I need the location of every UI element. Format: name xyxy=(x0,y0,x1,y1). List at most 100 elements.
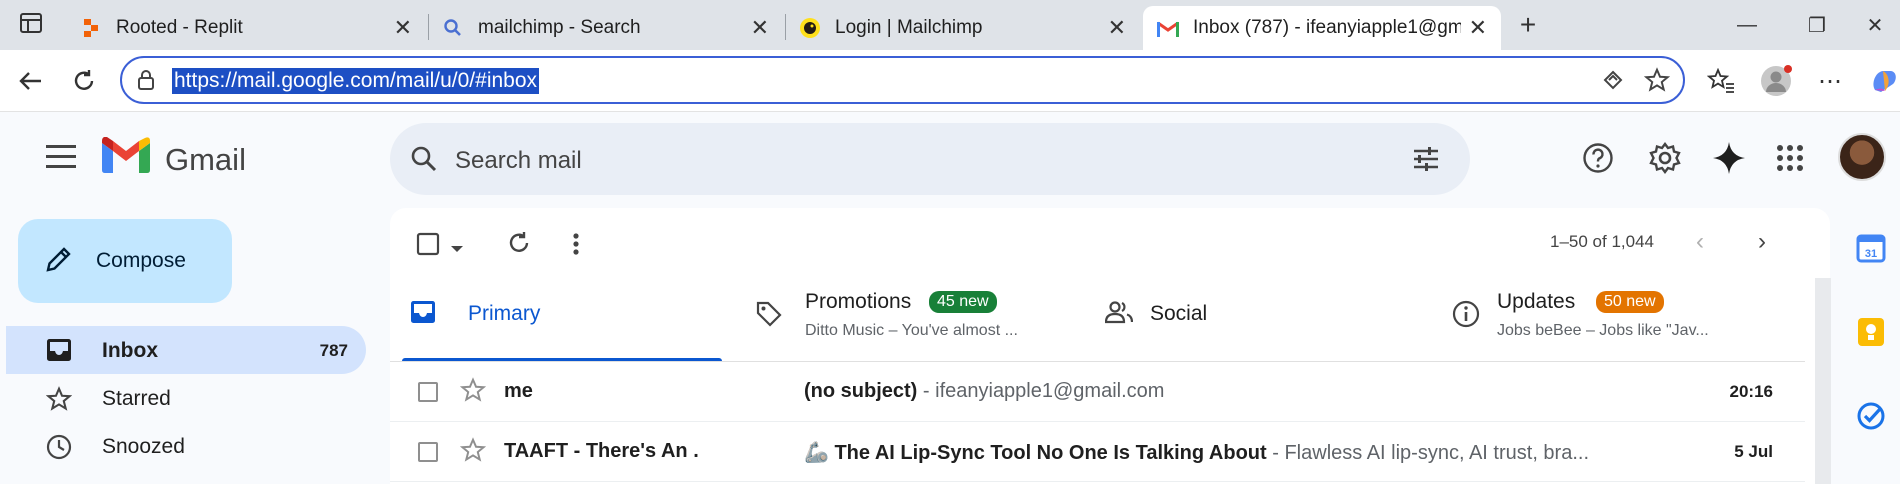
star-icon xyxy=(45,386,73,418)
info-icon xyxy=(1452,300,1480,333)
gmail-icon xyxy=(1157,17,1179,39)
browser-tab-search[interactable]: mailchimp - Search ✕ xyxy=(428,6,783,50)
tab-snippet: Ditto Music – You've almost ... xyxy=(805,322,1018,339)
vertical-tabs-icon[interactable] xyxy=(20,13,42,33)
tab-title: Login | Mailchimp xyxy=(835,17,983,38)
browser-tab-bar: Rooted - Replit ✕ mailchimp - Search ✕ L… xyxy=(0,0,1900,50)
select-dropdown-icon[interactable] xyxy=(450,240,464,258)
tab-promotions[interactable]: Promotions 45 new Ditto Music – You've a… xyxy=(735,276,1075,350)
sidebar-item-label: Inbox xyxy=(102,339,158,362)
email-time: 5 Jul xyxy=(1734,442,1773,461)
tab-label: Updates xyxy=(1497,290,1576,313)
tasks-icon[interactable] xyxy=(1855,400,1887,432)
email-content: (no subject) - ifeanyiapple1@gmail.com xyxy=(804,380,1684,403)
profile-icon[interactable] xyxy=(1758,63,1794,99)
app-available-icon[interactable] xyxy=(1602,69,1624,96)
favorite-star-icon[interactable] xyxy=(1643,67,1671,98)
email-preview: Flawless AI lip-sync, AI trust, bra... xyxy=(1284,442,1590,464)
email-subject: 🦾 The AI Lip-Sync Tool No One Is Talking… xyxy=(804,442,1267,464)
email-row[interactable]: TAAFT - There's An . 🦾 The AI Lip-Sync T… xyxy=(390,422,1805,482)
favorites-icon[interactable] xyxy=(1703,63,1739,99)
settings-gear-icon[interactable] xyxy=(1645,138,1685,178)
mailchimp-icon xyxy=(799,17,821,39)
new-count-badge: 50 new xyxy=(1596,291,1664,313)
tab-primary[interactable]: Primary xyxy=(390,276,720,350)
browser-tab-gmail[interactable]: Inbox (787) - ifeanyiapple1@gmail.com - … xyxy=(1143,6,1501,50)
replit-icon xyxy=(80,17,102,39)
tab-title: mailchimp - Search xyxy=(478,17,641,38)
tab-label: Social xyxy=(1150,302,1208,325)
email-row[interactable]: me (no subject) - ifeanyiapple1@gmail.co… xyxy=(390,362,1805,422)
search-icon xyxy=(442,17,464,39)
tab-social[interactable]: Social xyxy=(1085,276,1425,350)
new-count-badge: 45 new xyxy=(929,291,997,313)
sidebar-item-label: Snoozed xyxy=(102,435,185,458)
email-preview: ifeanyiapple1@gmail.com xyxy=(935,380,1165,402)
sidebar-item-snoozed[interactable]: Snoozed xyxy=(6,422,366,470)
browser-tab-mailchimp[interactable]: Login | Mailchimp ✕ xyxy=(785,6,1140,50)
unread-count: 787 xyxy=(319,341,348,360)
inbox-scrollbar[interactable] xyxy=(1815,278,1831,484)
calendar-icon[interactable]: 31 xyxy=(1855,232,1887,264)
search-options-icon[interactable] xyxy=(1412,145,1440,178)
row-checkbox[interactable] xyxy=(418,442,438,462)
email-content: 🦾 The AI Lip-Sync Tool No One Is Talking… xyxy=(804,440,1684,465)
star-icon[interactable] xyxy=(459,437,487,468)
more-options-icon[interactable] xyxy=(572,232,580,261)
tag-icon xyxy=(755,300,783,333)
search-input[interactable]: Search mail xyxy=(455,147,582,175)
gmail-wordmark[interactable]: Gmail xyxy=(165,142,246,178)
pencil-icon xyxy=(44,244,74,279)
svg-text:31: 31 xyxy=(1865,248,1877,260)
copilot-icon[interactable] xyxy=(1866,63,1900,99)
sidebar-item-inbox[interactable]: Inbox 787 xyxy=(6,326,366,374)
newer-chevron-icon[interactable]: ‹ xyxy=(1696,228,1704,256)
inbox-panel: 1–50 of 1,044 ‹ › Primary Promotions 45 … xyxy=(390,208,1830,484)
restore-icon[interactable]: ❐ xyxy=(1797,8,1837,42)
help-icon[interactable] xyxy=(1578,138,1618,178)
url-text[interactable]: https://mail.google.com/mail/u/0/#inbox xyxy=(172,68,540,94)
close-window-icon[interactable]: ✕ xyxy=(1855,8,1895,42)
older-chevron-icon[interactable]: › xyxy=(1758,228,1766,256)
new-tab-button[interactable]: + xyxy=(1508,8,1548,42)
tab-title: Inbox (787) - ifeanyiapple1@gmail.com - … xyxy=(1193,17,1461,38)
browser-toolbar: https://mail.google.com/mail/u/0/#inbox … xyxy=(0,50,1900,112)
inbox-icon xyxy=(46,338,72,368)
tab-title: Rooted - Replit xyxy=(116,17,243,38)
email-sender: me xyxy=(504,380,533,402)
tab-label: Promotions xyxy=(805,290,912,313)
star-icon[interactable] xyxy=(459,377,487,408)
gmail-logo-icon[interactable] xyxy=(102,136,150,178)
back-arrow-icon[interactable] xyxy=(12,63,48,99)
main-menu-icon[interactable] xyxy=(46,145,76,169)
close-tab-icon[interactable]: ✕ xyxy=(1108,15,1126,41)
refresh-icon[interactable] xyxy=(506,230,532,261)
tab-updates[interactable]: Updates 50 new Jobs beBee – Jobs like "J… xyxy=(1430,276,1800,350)
search-icon[interactable] xyxy=(410,145,438,178)
keep-icon[interactable] xyxy=(1855,316,1887,348)
subject-separator: - xyxy=(1266,442,1285,464)
close-tab-icon[interactable]: ✕ xyxy=(394,15,412,41)
browser-tab-replit[interactable]: Rooted - Replit ✕ xyxy=(66,6,426,50)
lock-icon[interactable] xyxy=(136,69,156,96)
compose-label: Compose xyxy=(96,249,186,272)
row-checkbox[interactable] xyxy=(418,382,438,402)
tab-snippet: Jobs beBee – Jobs like "Jav... xyxy=(1497,322,1709,339)
more-menu-icon[interactable]: ⋯ xyxy=(1812,63,1848,99)
account-avatar[interactable] xyxy=(1838,133,1886,181)
close-tab-icon[interactable]: ✕ xyxy=(1469,15,1487,41)
email-sender: TAAFT - There's An . xyxy=(504,440,699,462)
clock-icon xyxy=(46,434,72,466)
sidebar-item-starred[interactable]: Starred xyxy=(6,374,366,422)
close-tab-icon[interactable]: ✕ xyxy=(751,15,769,41)
reload-icon[interactable] xyxy=(66,63,102,99)
minimize-icon[interactable]: — xyxy=(1727,8,1767,42)
people-icon xyxy=(1104,300,1134,329)
compose-button[interactable]: Compose xyxy=(18,219,232,303)
address-bar[interactable]: https://mail.google.com/mail/u/0/#inbox xyxy=(120,56,1685,104)
gemini-sparkle-icon[interactable] xyxy=(1709,138,1749,178)
search-bar[interactable]: Search mail xyxy=(390,123,1470,195)
inbox-icon xyxy=(410,300,436,329)
select-all-checkbox[interactable] xyxy=(416,232,440,261)
google-apps-icon[interactable] xyxy=(1770,138,1810,178)
